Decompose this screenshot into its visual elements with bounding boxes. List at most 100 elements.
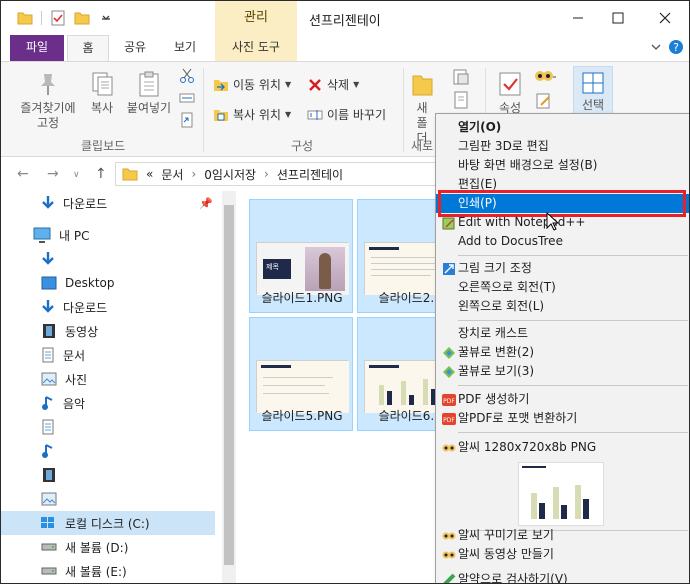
maximize-button[interactable]	[606, 7, 630, 29]
menu-item-set-wallpaper[interactable]: 바탕 화면 배경으로 설정(B)	[436, 156, 689, 175]
menu-item-cast[interactable]: 장치로 캐스트	[436, 324, 689, 343]
cut-icon[interactable]	[179, 68, 195, 84]
nav-item[interactable]	[1, 463, 215, 487]
recent-locations-chevron-icon[interactable]: ∨	[73, 170, 80, 180]
slide-heading-bar	[369, 365, 399, 368]
tab-home[interactable]: 홈	[67, 35, 109, 62]
rename-button[interactable]: 이름 바꾸기	[307, 106, 386, 123]
pin-to-quick-access-button[interactable]: 즐겨찾기에 고정	[13, 70, 83, 131]
menu-item-rotate-right[interactable]: 오른쪽으로 회전(T)	[436, 278, 689, 297]
nav-item[interactable]	[1, 247, 215, 271]
nav-item-documents[interactable]: 문서	[1, 343, 215, 367]
new-folder-icon[interactable]	[74, 10, 90, 26]
menu-item-resize[interactable]: 그림 크기 조정	[436, 259, 689, 278]
menu-item-alsee-decorate[interactable]: 알씨 꾸미기로 보기	[436, 526, 689, 545]
forward-arrow-icon[interactable]: →	[47, 166, 59, 182]
up-arrow-icon[interactable]: ↑	[95, 166, 107, 182]
menu-item-alsee-info[interactable]: 알씨 1280x720x8b PNG	[436, 438, 689, 457]
slide-background	[257, 361, 349, 413]
tab-share[interactable]: 공유	[117, 35, 153, 61]
organize-group-label: 구성	[291, 139, 314, 153]
paste-button[interactable]: 붙여넣기	[123, 70, 175, 116]
new-item-icon[interactable]	[451, 68, 471, 88]
back-arrow-icon[interactable]: ←	[17, 166, 29, 182]
properties-button[interactable]: 속성	[491, 70, 529, 116]
breadcrumb-separator-icon[interactable]: ›	[191, 167, 196, 181]
help-button[interactable]: ?	[668, 39, 684, 55]
menu-item-alpdf-convert[interactable]: PDF 알PDF로 포맷 변환하기	[436, 409, 689, 428]
easy-access-icon[interactable]	[451, 90, 471, 110]
download-arrow-icon	[42, 300, 54, 313]
breadcrumb-item[interactable]: 션프리젠테이	[277, 166, 343, 183]
rename-label: 이름 바꾸기	[327, 108, 387, 122]
pin-icon[interactable]: 📌	[199, 197, 213, 210]
navigation-scrollbar[interactable]	[222, 191, 236, 583]
nav-item-downloads-quick[interactable]: 다운로드 📌	[1, 191, 215, 215]
breadcrumb-item[interactable]: 0임시저장	[204, 166, 256, 183]
nav-item-this-pc[interactable]: 내 PC	[1, 223, 215, 247]
nav-item[interactable]	[1, 439, 215, 463]
notepadpp-icon	[442, 217, 455, 230]
menu-item-honeyview-view[interactable]: 꿀뷰로 보기(3)	[436, 362, 689, 381]
menu-item-create-pdf[interactable]: PDF PDF 생성하기	[436, 390, 689, 409]
file-tile[interactable]: 슬라이드5.PNG	[249, 317, 353, 431]
folder-icon[interactable]	[17, 10, 33, 26]
properties-icon	[499, 72, 521, 96]
nav-item-local-disk-c[interactable]: 로컬 디스크 (C:)	[1, 511, 215, 535]
copy-label: 복사	[90, 101, 114, 115]
menu-item-edit-paint3d[interactable]: 그림판 3D로 편집	[436, 137, 689, 156]
nav-item-videos[interactable]: 동영상	[1, 319, 215, 343]
slide-text-line	[371, 269, 439, 270]
chevron-down-icon[interactable]	[98, 10, 114, 26]
scrollbar-thumb[interactable]	[224, 205, 234, 565]
document-icon	[42, 347, 54, 363]
tab-view[interactable]: 보기	[165, 35, 205, 61]
file-tile[interactable]: 제목 슬라이드1.PNG	[249, 199, 353, 313]
menu-item-docustree[interactable]: Add to DocusTree	[436, 232, 689, 251]
slide-text-line	[371, 257, 441, 258]
slide-heading-bar	[261, 365, 291, 368]
properties-check-icon[interactable]	[50, 10, 66, 26]
close-button[interactable]	[653, 7, 677, 29]
menu-separator	[458, 432, 688, 433]
paste-shortcut-icon[interactable]	[179, 112, 195, 128]
nav-item-downloads[interactable]: 다운로드	[1, 295, 215, 319]
open-with-icon[interactable]	[533, 68, 557, 86]
edit-icon[interactable]	[535, 92, 553, 110]
picture-icon	[41, 372, 57, 386]
copy-path-icon[interactable]	[179, 90, 195, 106]
tab-picture-tools[interactable]: 사진 도구	[215, 35, 297, 61]
help-icon: ?	[669, 40, 683, 54]
move-to-button[interactable]: 이동 위치 ▼	[213, 76, 291, 93]
ribbon-collapse-button[interactable]	[648, 39, 664, 55]
nav-item[interactable]	[1, 487, 215, 511]
nav-item-volume-e[interactable]: 새 볼륨 (E:)	[1, 559, 215, 583]
menu-item-alyac-scan[interactable]: 알약으로 검사하기(V)	[436, 570, 689, 583]
context-menu: 열기(O) 그림판 3D로 편집 바탕 화면 배경으로 설정(B) 편집(E) …	[435, 113, 689, 583]
new-folder-button[interactable]: 새 폴더	[407, 70, 437, 146]
slide-title-text: 제목	[266, 263, 279, 271]
nav-item-desktop[interactable]: Desktop	[1, 271, 215, 295]
menu-item-rotate-left[interactable]: 왼쪽으로 회전(L)	[436, 297, 689, 316]
nav-item[interactable]	[1, 415, 215, 439]
nav-label: 새 볼륨 (D:)	[65, 540, 129, 555]
mouse-pointer-icon	[546, 212, 560, 231]
tab-file[interactable]: 파일	[10, 35, 64, 61]
nav-item-music[interactable]: 음악	[1, 391, 215, 415]
menu-item-honeyview-convert[interactable]: 꿀뷰로 변환(2)	[436, 343, 689, 362]
minimize-button[interactable]	[566, 7, 590, 29]
new-folder-icon	[412, 75, 433, 96]
rename-icon	[307, 109, 323, 120]
nav-item-volume-d[interactable]: 새 볼륨 (D:)	[1, 535, 215, 559]
delete-button[interactable]: 삭제 ▼	[307, 76, 359, 93]
breadcrumb-item[interactable]: 문서	[161, 166, 183, 183]
nav-item-pictures[interactable]: 사진	[1, 367, 215, 391]
copy-button[interactable]: 복사	[85, 70, 119, 116]
copy-to-button[interactable]: 복사 위치 ▼	[213, 106, 291, 123]
copy-to-label: 복사 위치	[233, 108, 281, 122]
breadcrumb-overflow[interactable]: «	[146, 167, 153, 181]
breadcrumb-separator-icon[interactable]: ›	[264, 167, 269, 181]
menu-item-alsee-video[interactable]: 알씨 동영상 만들기	[436, 545, 689, 564]
menu-label: 알PDF로 포맷 변환하기	[458, 411, 578, 425]
menu-item-open[interactable]: 열기(O)	[436, 118, 689, 137]
